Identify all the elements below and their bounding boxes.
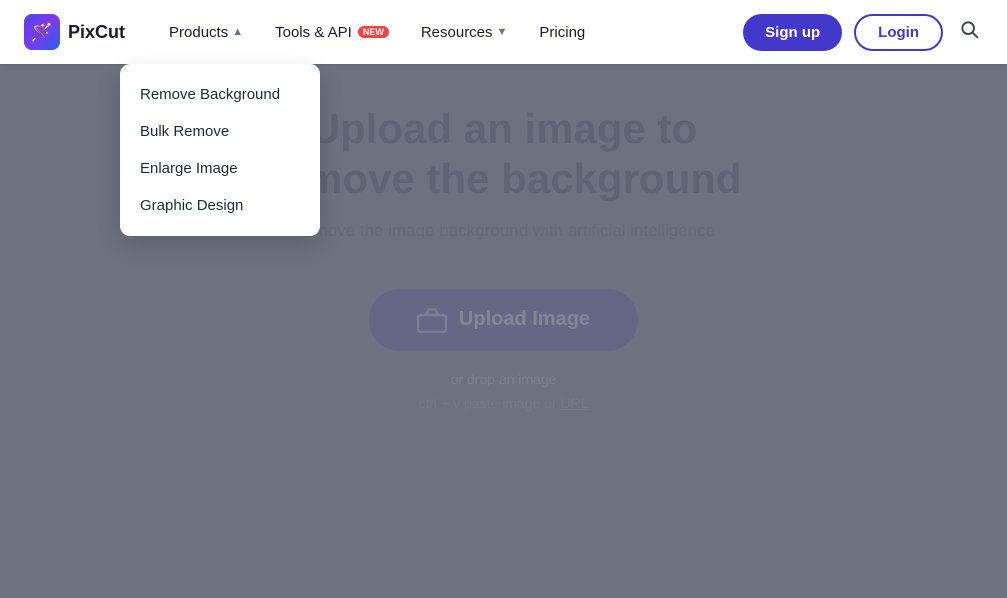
nav-tools-api-label: Tools & API	[275, 24, 352, 41]
nav-resources[interactable]: Resources ▼	[409, 16, 520, 49]
navbar: 🪄 PixCut Products ▲ Tools & API NEW Reso…	[0, 0, 1007, 64]
tools-new-badge: NEW	[358, 26, 389, 38]
search-button[interactable]	[955, 15, 983, 49]
nav-products[interactable]: Products ▲	[157, 16, 255, 49]
login-button[interactable]: Login	[854, 14, 943, 51]
dropdown-enlarge-image[interactable]: Enlarge Image	[120, 150, 320, 187]
signup-button[interactable]: Sign up	[743, 14, 842, 51]
nav-items: Products ▲ Tools & API NEW Resources ▼ P…	[157, 16, 743, 49]
search-icon	[959, 19, 979, 39]
nav-pricing[interactable]: Pricing	[527, 16, 597, 49]
dropdown-graphic-design[interactable]: Graphic Design	[120, 187, 320, 224]
chevron-down-icon-resources: ▼	[497, 26, 508, 38]
products-dropdown: Remove Background Bulk Remove Enlarge Im…	[120, 64, 320, 236]
nav-right: Sign up Login	[743, 14, 983, 51]
chevron-down-icon: ▲	[232, 26, 243, 38]
nav-resources-label: Resources	[421, 24, 493, 41]
nav-pricing-label: Pricing	[539, 24, 585, 41]
dropdown-bulk-remove[interactable]: Bulk Remove	[120, 113, 320, 150]
nav-tools-api[interactable]: Tools & API NEW	[263, 16, 401, 49]
logo-icon: 🪄	[24, 14, 60, 50]
nav-products-label: Products	[169, 24, 228, 41]
dropdown-remove-background[interactable]: Remove Background	[120, 76, 320, 113]
logo-area[interactable]: 🪄 PixCut	[24, 14, 125, 50]
brand-name: PixCut	[68, 22, 125, 43]
